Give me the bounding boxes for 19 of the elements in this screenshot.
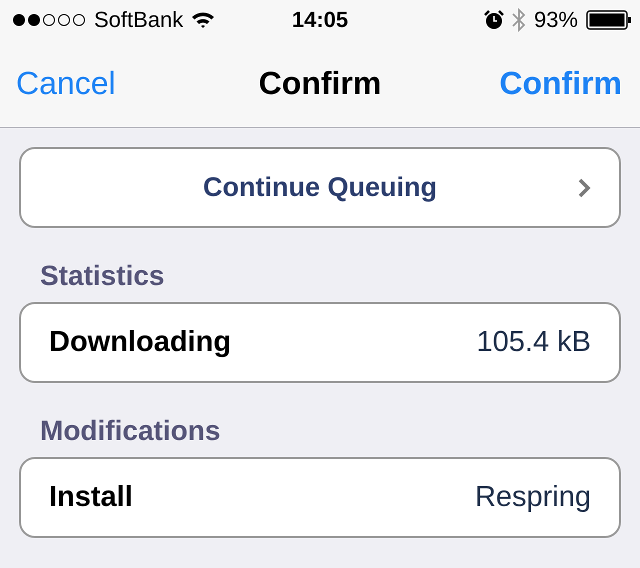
row-value: Respring bbox=[474, 481, 591, 514]
signal-icon bbox=[12, 12, 86, 28]
chevron-icon bbox=[577, 178, 591, 198]
continue-queuing-button[interactable]: Continue Queuing bbox=[19, 147, 621, 228]
clock-time: 14:05 bbox=[292, 7, 348, 33]
section-header: Statistics bbox=[40, 260, 166, 292]
alarm-icon bbox=[484, 10, 504, 30]
confirm-button[interactable]: Confirm bbox=[499, 65, 622, 102]
wifi-icon bbox=[191, 11, 216, 29]
cancel-button[interactable]: Cancel bbox=[16, 65, 116, 102]
row-label: Install bbox=[49, 481, 133, 514]
carrier-name: SoftBank bbox=[94, 7, 184, 33]
section-header: Modifications bbox=[40, 415, 222, 447]
row-label: Downloading bbox=[49, 326, 232, 359]
battery-percentage: 93% bbox=[534, 7, 578, 33]
battery-icon bbox=[586, 10, 632, 30]
page-title: Confirm bbox=[258, 65, 382, 102]
row-value: 105.4 kB bbox=[476, 326, 591, 359]
bluetooth-icon bbox=[512, 7, 526, 33]
